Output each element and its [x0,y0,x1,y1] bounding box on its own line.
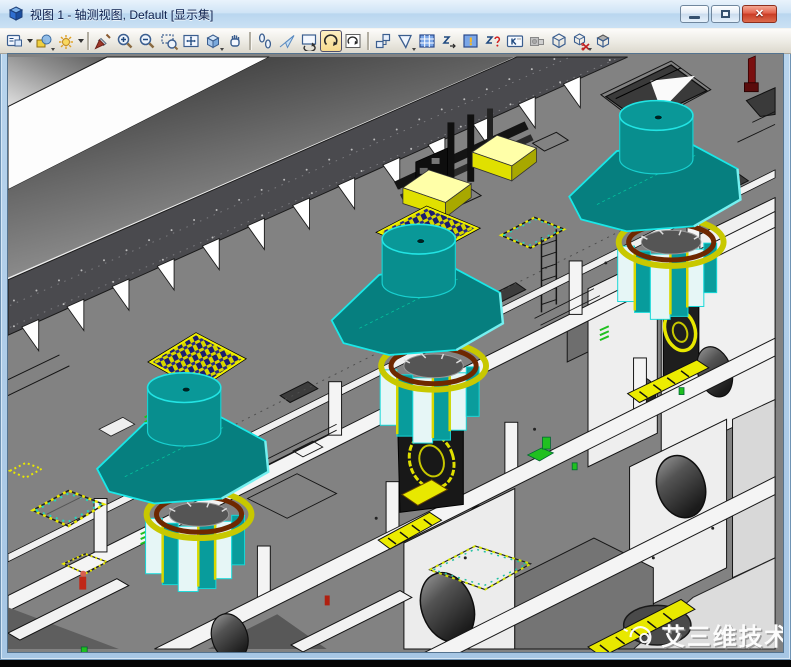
fly-plane-icon [277,31,297,51]
review-icon [461,31,481,51]
restore-button[interactable] [711,5,740,23]
toolbar-separator [87,32,89,50]
toolbar-lighting-sun-button[interactable] [55,30,77,52]
toolbar-camera-disabled-button[interactable] [526,30,548,52]
cube-outline-icon [549,31,569,51]
toolbar-pan-hand-button[interactable] [224,30,246,52]
navigation-toolbar [0,28,791,54]
toolbar-review-button[interactable] [460,30,482,52]
toolbar-orbit-cube-button[interactable] [202,30,224,52]
toolbar-section-cube-button[interactable] [592,30,614,52]
display-set-icon [5,31,25,51]
walk-footprints-icon [255,31,275,51]
keyboard-k-icon [505,31,525,51]
pan-hand-icon [225,31,245,51]
toolbar-turntable-button[interactable] [298,30,320,52]
toolbar-display-set-button[interactable] [4,30,26,52]
toolbar-keyboard-k-button[interactable] [504,30,526,52]
toolbar-paint-brush-button[interactable] [92,30,114,52]
window-title: 视图 1 - 轴测视图, Default [显示集] [30,6,213,23]
toolbar-frustum-button[interactable] [394,30,416,52]
close-button[interactable]: ✕ [742,5,777,23]
toolbar-orbit-button[interactable] [320,30,342,52]
toolbar-zoom-in-button[interactable] [114,30,136,52]
blue-cube-icon [8,6,24,22]
zoom-window-icon [159,31,179,51]
app-window: 视图 1 - 轴测视图, Default [显示集] ✕ [0,0,791,660]
toolbar-fly-plane-button[interactable] [276,30,298,52]
grid-window-icon [417,31,437,51]
toolbar-clip-scissors-button[interactable] [570,30,592,52]
dropdown-arrow-icon[interactable] [78,39,84,43]
toolbar-separator [367,32,369,50]
toolbar-cube-outline-button[interactable] [548,30,570,52]
close-glyph: ✕ [755,9,764,20]
toolbar-focus-box-button[interactable] [372,30,394,52]
focus-box-icon [373,31,393,51]
toolbar-z-query-button[interactable] [482,30,504,52]
toolbar-render-mode-button[interactable] [33,30,55,52]
title-bar[interactable]: 视图 1 - 轴测视图, Default [显示集] ✕ [0,0,791,28]
paint-brush-icon [93,31,113,51]
z-query-icon [483,31,503,51]
turntable-icon [299,31,319,51]
toolbar-separator [249,32,251,50]
screenshot-stage: 视图 1 - 轴测视图, Default [显示集] ✕ [0,0,791,667]
toolbar-zoom-fit-button[interactable] [180,30,202,52]
zoom-fit-icon [181,31,201,51]
toolbar-grid-window-button[interactable] [416,30,438,52]
toolbar-zoom-window-button[interactable] [158,30,180,52]
zoom-in-icon [115,31,135,51]
constrained-orbit-icon [343,31,363,51]
minimize-button[interactable] [680,5,709,23]
watermark-text: 艾三维技术 [661,623,783,651]
orbit-icon [321,31,341,51]
section-cube-icon [593,31,613,51]
minimize-glyph [689,16,700,19]
restore-glyph [721,10,730,18]
3d-viewport[interactable]: 艾三维技术 艾三维技术 [8,54,783,652]
toolbar-walk-footprints-button[interactable] [254,30,276,52]
zoom-out-icon [137,31,157,51]
z-axis-icon [439,31,459,51]
toolbar-z-axis-button[interactable] [438,30,460,52]
scene-canvas: 艾三维技术 艾三维技术 [8,54,783,652]
toolbar-constrained-orbit-button[interactable] [342,30,364,52]
toolbar-zoom-out-button[interactable] [136,30,158,52]
lighting-sun-icon [56,31,76,51]
desktop-gap [0,660,791,667]
camera-disabled-icon [527,31,547,51]
